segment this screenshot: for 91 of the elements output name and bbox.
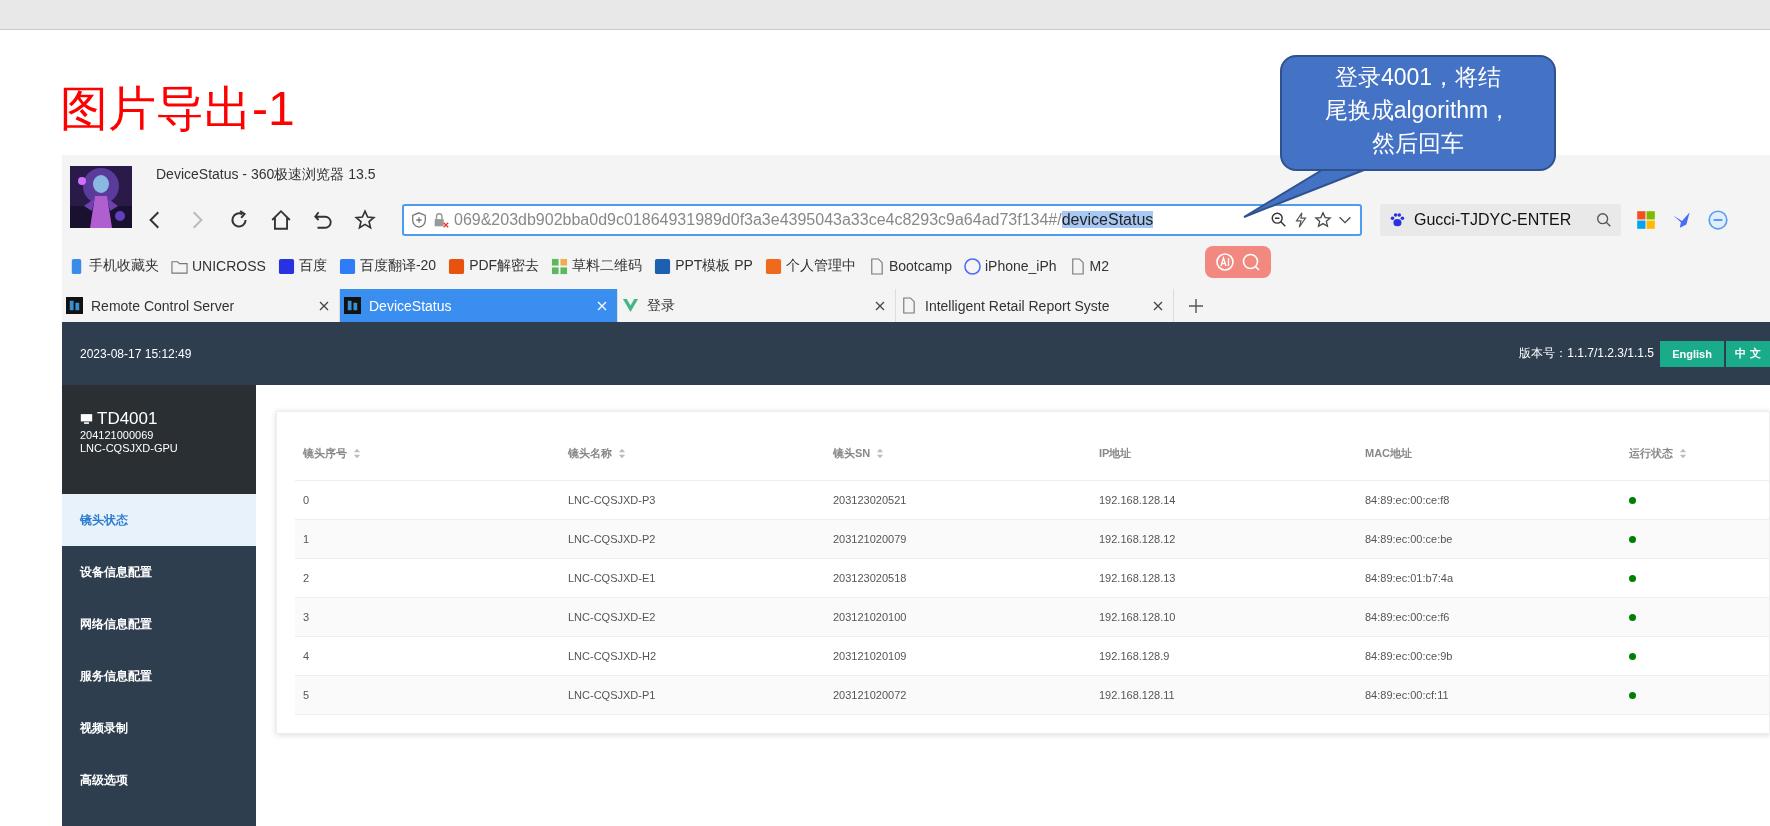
search-field[interactable]: Gucci-TJDYC-ENTER — [1380, 204, 1622, 236]
datetime-text: 2023-08-17 15:12:49 — [80, 346, 193, 361]
ai-icon — [1215, 252, 1235, 272]
device-serial: 204121000069 — [80, 429, 155, 442]
column-header[interactable]: 镜头SN — [833, 445, 885, 461]
tab-icon — [622, 297, 639, 314]
table-cell: 84:89:ec:00:cf:11 — [1365, 689, 1449, 701]
column-header: IP地址 — [1099, 445, 1132, 461]
star-icon[interactable] — [1314, 211, 1332, 229]
bookmark-icon — [654, 257, 672, 275]
new-tab-icon[interactable] — [1188, 297, 1204, 314]
bookmark-icon — [551, 257, 569, 275]
window-title: DeviceStatus - 360极速浏览器 13.5 — [156, 165, 376, 184]
tab-icon — [66, 297, 83, 314]
bookmark[interactable]: 草料二维码 — [551, 257, 643, 275]
column-header[interactable]: 运行状态 — [1629, 445, 1687, 461]
close-icon[interactable] — [1153, 300, 1163, 311]
table-cell: LNC-CQSJXD-P1 — [568, 689, 656, 701]
tab-icon — [344, 297, 361, 314]
close-icon[interactable] — [319, 300, 329, 311]
column-header[interactable]: 镜头名称 — [568, 445, 626, 461]
table-cell: 0 — [303, 494, 310, 506]
bookmark[interactable]: PDF解密去 — [448, 257, 540, 275]
sidebar-item[interactable]: 网络信息配置 — [62, 598, 256, 650]
table-cell: 192.168.128.11 — [1099, 689, 1175, 701]
undo-icon[interactable] — [312, 209, 334, 231]
table-cell: 192.168.128.9 — [1099, 650, 1170, 662]
bookmark-icon — [764, 257, 782, 275]
table-cell: 84:89:ec:00:ce:be — [1365, 533, 1453, 545]
home-icon[interactable] — [270, 209, 292, 231]
bookmark[interactable]: PPT模板 PP — [654, 257, 753, 275]
table-cell: 192.168.128.14 — [1099, 494, 1176, 506]
table-cell: LNC-CQSJXD-P3 — [568, 494, 656, 506]
table-cell: 1 — [303, 533, 310, 545]
table-cell: 192.168.128.10 — [1099, 611, 1176, 623]
windows-icon[interactable] — [1635, 209, 1658, 231]
bookmark[interactable]: 百度翻译-20 — [338, 257, 437, 275]
sidebar-item[interactable]: 高级选项 — [62, 754, 256, 806]
device-model: LNC-CQSJXD-GPU — [80, 442, 179, 455]
table-cell: 192.168.128.13 — [1099, 572, 1176, 584]
table-cell: LNC-CQSJXD-E2 — [568, 611, 656, 623]
bookmark[interactable]: 百度 — [277, 257, 327, 275]
close-icon[interactable] — [875, 300, 885, 311]
table-cell: 2 — [303, 572, 310, 584]
sidebar-item[interactable]: 镜头状态 — [62, 494, 256, 546]
bookmark-icon — [448, 257, 466, 275]
table-cell: 203121020079 — [833, 533, 907, 545]
bookmark-icon — [964, 257, 981, 275]
table-cell: 203121020072 — [833, 689, 907, 701]
sidebar-item[interactable]: 设备信息配置 — [62, 546, 256, 598]
table-cell: 4 — [303, 650, 310, 662]
table-cell: LNC-CQSJXD-H2 — [568, 650, 656, 662]
address-bar[interactable]: 069&203db902bba0d9c01864931989d0f3a3e4395043a33ce4c8293c9a64ad73f134#/deviceStatus — [402, 204, 1362, 236]
sidebar-item[interactable]: 服务信息配置 — [62, 650, 256, 702]
bookmark-icon — [277, 257, 295, 275]
bookmark[interactable]: 个人管理中 — [764, 257, 856, 275]
table-cell: 5 — [303, 689, 310, 701]
bookmark[interactable]: 手机收藏夹 — [68, 257, 159, 275]
table-cell: 203121020109 — [833, 650, 907, 662]
table-cell: 192.168.128.12 — [1099, 533, 1176, 545]
bookmark[interactable]: M2 — [1068, 257, 1110, 275]
lock-icon — [432, 211, 450, 229]
document-title: 图片导出-1 — [60, 84, 295, 133]
shield-icon — [410, 211, 428, 229]
bookmark[interactable]: Bootcamp — [867, 257, 952, 275]
table-cell: 84:89:ec:00:ce:f6 — [1365, 611, 1450, 623]
column-header[interactable]: 镜头序号 — [303, 445, 361, 461]
bookmark[interactable]: UNICROSS — [171, 257, 266, 275]
bookmark[interactable]: iPhone_iPh — [964, 257, 1057, 275]
table-cell: 203123020518 — [833, 572, 907, 584]
table-cell: 3 — [303, 611, 310, 623]
paw-icon — [1388, 211, 1406, 229]
monitor-icon — [80, 413, 93, 425]
column-header: MAC地址 — [1365, 445, 1413, 461]
version-text: 版本号：1.1.7/1.2.3/1.1.5 — [1519, 345, 1654, 362]
table-cell: 203121020100 — [833, 611, 907, 623]
device-name: TD4001 — [97, 409, 158, 429]
table-cell: 203123020521 — [833, 494, 907, 506]
tab-icon — [900, 297, 917, 314]
minus-circle-icon[interactable] — [1707, 209, 1730, 231]
table-cell: 84:89:ec:00:ce:f8 — [1365, 494, 1450, 506]
zoom-out-icon[interactable] — [1270, 211, 1288, 229]
table-cell: LNC-CQSJXD-P2 — [568, 533, 656, 545]
url-text: 069&203db902bba0d9c01864931989d0f3a3e4395043a33ce4c8293c9a64ad73f134#/deviceStatus — [454, 211, 1155, 229]
search-icon — [1241, 252, 1261, 272]
sidebar-item[interactable]: 视频录制 — [62, 702, 256, 754]
table-cell: 84:89:ec:00:ce:9b — [1365, 650, 1453, 662]
star-icon[interactable] — [354, 209, 376, 231]
table-cell: LNC-CQSJXD-E1 — [568, 572, 656, 584]
table-cell: 84:89:ec:01:b7:4a — [1365, 572, 1454, 584]
bookmark-icon — [338, 257, 356, 275]
